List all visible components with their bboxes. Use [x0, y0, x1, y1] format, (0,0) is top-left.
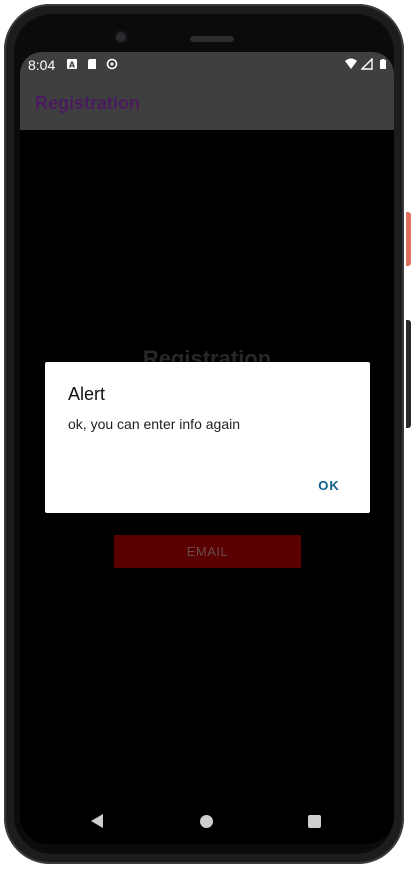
- ok-button[interactable]: OK: [307, 470, 351, 500]
- power-button[interactable]: [406, 212, 411, 266]
- dialog-message: ok, you can enter info again: [68, 416, 241, 432]
- front-camera-icon: [114, 30, 128, 44]
- screen: 8:04 A Registration Registration EMAIL A…: [20, 52, 394, 844]
- dialog-title: Alert: [68, 384, 106, 404]
- alert-dialog: Alert ok, you can enter info again OK: [45, 362, 370, 513]
- earpiece-speaker: [190, 36, 234, 42]
- volume-button[interactable]: [406, 320, 411, 428]
